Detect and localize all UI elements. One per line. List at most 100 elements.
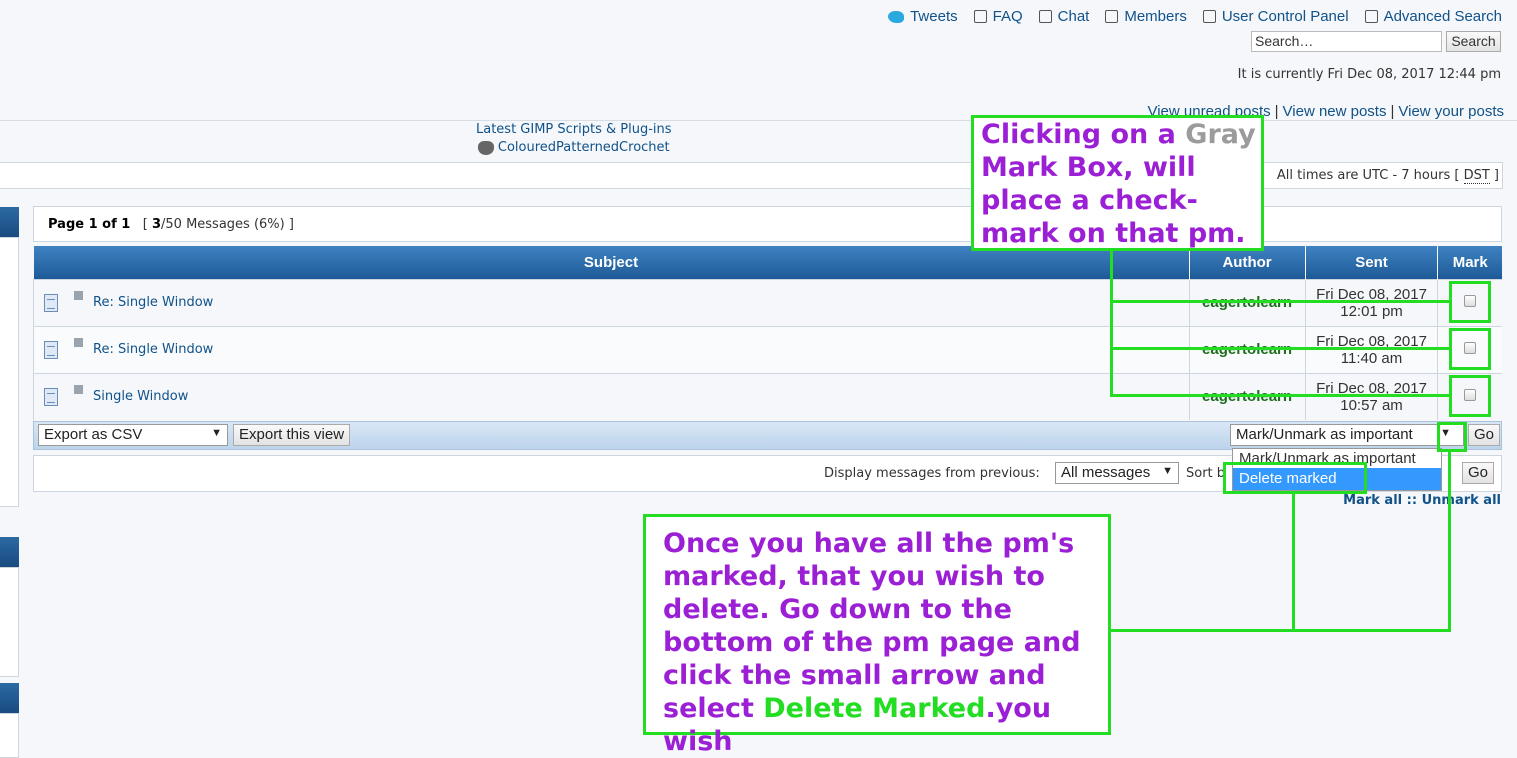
sent-time: 11:40 am bbox=[1340, 349, 1403, 367]
sent-time: 12:01 pm bbox=[1340, 302, 1403, 320]
annotation-connector bbox=[1110, 629, 1451, 632]
annotation-text: Clicking on a bbox=[981, 119, 1186, 150]
members-icon bbox=[1105, 10, 1119, 23]
annotation-connector bbox=[1110, 394, 1450, 397]
nav-label: Advanced Search bbox=[1383, 8, 1502, 25]
annotation-connector bbox=[1110, 249, 1113, 397]
top-nav: Tweets FAQ Chat Members User Control Pan… bbox=[888, 8, 1502, 25]
latest-scripts-title[interactable]: Latest GIMP Scripts & Plug-ins bbox=[476, 122, 672, 137]
separator: :: bbox=[1406, 493, 1418, 508]
subject-link[interactable]: Re: Single Window bbox=[93, 342, 213, 357]
annotation-highlight bbox=[1449, 375, 1491, 417]
annotation-delete-marked: Once you have all the pm's marked, that … bbox=[643, 514, 1111, 757]
annotation-green-phrase: Delete Marked bbox=[763, 693, 986, 724]
dst-label: DST bbox=[1463, 168, 1490, 184]
document-icon bbox=[44, 387, 58, 406]
sidebar-header bbox=[0, 537, 19, 567]
nav-faq[interactable]: FAQ bbox=[973, 8, 1023, 25]
unread-marker-icon bbox=[74, 337, 83, 347]
export-view-button[interactable]: Export this view bbox=[233, 424, 351, 446]
display-period-value: All messages bbox=[1061, 464, 1151, 481]
annotation-highlight bbox=[1437, 422, 1467, 452]
separator: | bbox=[1274, 103, 1279, 120]
pagination-bar: Page 1 of 1 [ 3/50 Messages (6%) ] bbox=[33, 206, 1502, 242]
unread-marker-icon bbox=[74, 290, 83, 300]
mark-action-value: Mark/Unmark as important bbox=[1236, 426, 1413, 443]
separator: | bbox=[1390, 103, 1395, 120]
chat-icon bbox=[1038, 10, 1052, 23]
mark-header: Mark bbox=[1437, 246, 1502, 279]
timezone-text: All times are UTC - 7 hours [ bbox=[1276, 168, 1460, 183]
divider bbox=[0, 120, 1517, 121]
annotation-connector bbox=[1448, 450, 1451, 632]
export-format-select[interactable]: Export as CSV ▼ bbox=[38, 424, 228, 446]
chevron-down-icon: ▼ bbox=[1162, 465, 1173, 477]
faq-icon bbox=[973, 10, 987, 23]
nav-advanced-search[interactable]: Advanced Search bbox=[1364, 8, 1502, 25]
advanced-search-icon bbox=[1364, 10, 1378, 23]
message-count-rest: /50 Messages (6%) bbox=[161, 217, 285, 232]
message-count-open: [ bbox=[142, 217, 148, 232]
nav-user-control-panel[interactable]: User Control Panel bbox=[1202, 8, 1349, 25]
annotation-highlight bbox=[1449, 281, 1491, 323]
sidebar-header bbox=[0, 207, 19, 237]
sidebar-panel bbox=[0, 713, 19, 758]
twitter-icon bbox=[888, 10, 905, 23]
subject-link[interactable]: Re: Single Window bbox=[93, 295, 213, 310]
search-input[interactable]: Search… bbox=[1251, 31, 1442, 52]
table-header-row: Subject Author Sent Mark bbox=[33, 246, 1502, 279]
nav-label: Tweets bbox=[910, 8, 958, 25]
subject-cell: Re: Single Window bbox=[33, 278, 1190, 326]
mark-action-go-button[interactable]: Go bbox=[1468, 424, 1501, 446]
timezone-bar: All times are UTC - 7 hours [ DST ] bbox=[0, 162, 1503, 189]
sent-time: 10:57 am bbox=[1340, 396, 1403, 414]
latest-scripts: Latest GIMP Scripts & Plug-ins ColouredP… bbox=[476, 122, 672, 155]
sort-label: Sort b bbox=[1186, 466, 1226, 481]
unmark-all-link[interactable]: Unmark all bbox=[1422, 493, 1501, 508]
nav-tweets[interactable]: Tweets bbox=[888, 8, 958, 25]
display-go-button[interactable]: Go bbox=[1462, 462, 1495, 484]
subject-link[interactable]: Single Window bbox=[93, 389, 188, 404]
subject-cell: Re: Single Window bbox=[33, 325, 1190, 373]
sidebar-header bbox=[0, 683, 19, 713]
nav-label: FAQ bbox=[992, 8, 1023, 25]
nav-members[interactable]: Members bbox=[1105, 8, 1187, 25]
latest-script-link[interactable]: ColouredPatternedCrochet bbox=[498, 140, 670, 155]
mark-all-links: Mark all :: Unmark all bbox=[1343, 493, 1501, 508]
view-new-posts-link[interactable]: View new posts bbox=[1283, 103, 1387, 120]
user-control-panel-icon bbox=[1202, 10, 1216, 23]
annotation-highlight bbox=[1223, 462, 1367, 494]
message-count: 3 bbox=[151, 217, 162, 232]
current-time: It is currently Fri Dec 08, 2017 12:44 p… bbox=[1237, 67, 1501, 82]
message-count-close: ] bbox=[288, 217, 294, 232]
annotation-highlight bbox=[1449, 328, 1491, 370]
annotation-connector bbox=[1292, 492, 1295, 632]
sidebar-panel bbox=[0, 237, 19, 507]
document-icon bbox=[44, 340, 58, 359]
document-icon bbox=[44, 293, 58, 312]
sidebar-panel bbox=[0, 567, 19, 677]
mark-action-select[interactable]: Mark/Unmark as important ▼ bbox=[1230, 424, 1464, 446]
view-your-posts-link[interactable]: View your posts bbox=[1398, 103, 1504, 120]
chevron-down-icon: ▼ bbox=[211, 427, 222, 439]
gimp-icon bbox=[477, 140, 494, 155]
nav-chat[interactable]: Chat bbox=[1038, 8, 1090, 25]
annotation-connector bbox=[1110, 347, 1450, 350]
timezone-close: ] bbox=[1493, 168, 1499, 183]
export-format-value: Export as CSV bbox=[44, 426, 143, 443]
nav-label: User Control Panel bbox=[1221, 8, 1349, 25]
annotation-connector bbox=[1110, 300, 1450, 303]
nav-label: Chat bbox=[1057, 8, 1090, 25]
display-period-select[interactable]: All messages ▼ bbox=[1055, 462, 1179, 484]
annotation-gray-word: Gray bbox=[1185, 119, 1256, 150]
subject-cell: Single Window bbox=[33, 372, 1190, 420]
annotation-mark-box: Clicking on a Gray Mark Box, will place … bbox=[971, 115, 1264, 251]
display-label: Display messages from previous: bbox=[824, 466, 1040, 481]
unread-marker-icon bbox=[74, 384, 83, 394]
nav-label: Members bbox=[1124, 8, 1187, 25]
sent-header[interactable]: Sent bbox=[1304, 246, 1438, 279]
mark-all-link[interactable]: Mark all bbox=[1343, 493, 1402, 508]
page-indicator: Page 1 of 1 bbox=[48, 217, 131, 232]
annotation-text: Mark Box, will place a check-mark on tha… bbox=[981, 152, 1246, 249]
search-button[interactable]: Search bbox=[1446, 31, 1501, 52]
